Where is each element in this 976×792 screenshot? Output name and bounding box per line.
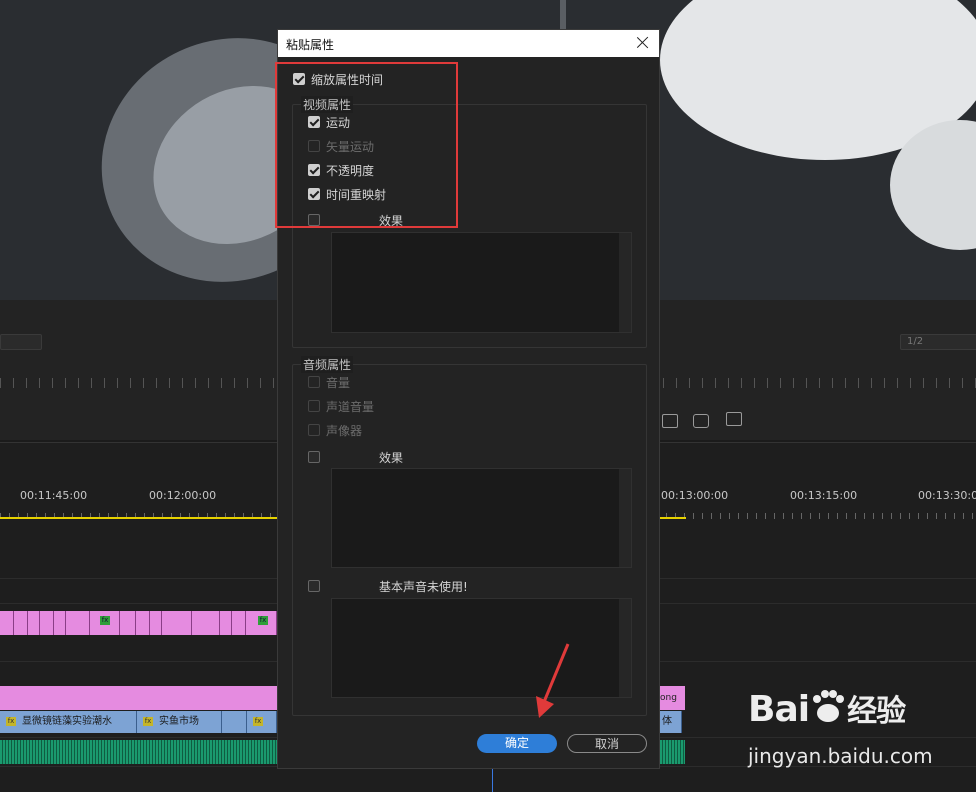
- title-clip-partial[interactable]: 体: [660, 711, 682, 733]
- timecode-label: 00:11:45:00: [20, 489, 88, 502]
- annotation-highlight-box: [275, 62, 458, 228]
- video-clip[interactable]: [0, 611, 14, 635]
- camera-icon[interactable]: [693, 414, 709, 428]
- paw-icon: [813, 690, 845, 722]
- video-clip[interactable]: [14, 611, 28, 635]
- title-clip[interactable]: fx: [247, 711, 277, 733]
- baidu-logo: Bai 经验: [748, 686, 906, 730]
- audio-waveform[interactable]: [660, 740, 685, 764]
- video-effects-list[interactable]: [331, 232, 632, 333]
- video-clip[interactable]: [232, 611, 246, 635]
- video-clip[interactable]: [136, 611, 150, 635]
- video-clip[interactable]: [66, 611, 90, 635]
- video-clip[interactable]: [150, 611, 162, 635]
- video-clip[interactable]: [28, 611, 40, 635]
- video-clip[interactable]: fx: [246, 611, 277, 635]
- checkbox-box[interactable]: [308, 424, 320, 436]
- video-clip-long[interactable]: [0, 686, 277, 710]
- timecode-label: 00:13:15:00: [790, 489, 858, 502]
- fx-badge-icon: fx: [143, 717, 153, 726]
- cancel-button[interactable]: 取消: [567, 734, 647, 753]
- audio-effects-list[interactable]: [331, 468, 632, 568]
- dialog-titlebar[interactable]: 粘贴属性: [278, 30, 659, 57]
- logo-tail-text: 经验: [847, 694, 906, 729]
- audio-attributes-title: 音频属性: [301, 356, 354, 373]
- title-clip[interactable]: fx 显微镜链藻实验潮水: [0, 711, 137, 733]
- scrollbar[interactable]: [619, 233, 631, 332]
- scrollbar[interactable]: [619, 599, 631, 697]
- fx-badge-icon: fx: [6, 717, 16, 726]
- video-clip[interactable]: [120, 611, 136, 635]
- timecode-label: 00:13:00:00: [661, 489, 729, 502]
- video-clip[interactable]: [192, 611, 220, 635]
- title-clip[interactable]: [222, 711, 247, 733]
- checkbox-label: 效果: [379, 451, 404, 465]
- clip-label: 显微镜链藻实验潮水: [22, 716, 112, 727]
- compare-icon[interactable]: [726, 412, 742, 426]
- close-icon[interactable]: [633, 33, 653, 53]
- timecode-label: 00:12:00:00: [149, 489, 217, 502]
- scrollbar[interactable]: [619, 469, 631, 567]
- video-clip[interactable]: [40, 611, 54, 635]
- video-clip[interactable]: [220, 611, 232, 635]
- watermark-url: jingyan.baidu.com: [748, 744, 933, 768]
- video-clip[interactable]: fx: [90, 611, 120, 635]
- checkbox-box[interactable]: [308, 400, 320, 412]
- timecode-label: 00:13:30:00: [918, 489, 976, 502]
- playhead-line[interactable]: [492, 767, 493, 792]
- video-clip[interactable]: [162, 611, 192, 635]
- baidu-watermark: Bai 经验 jingyan.baidu.com: [748, 686, 974, 786]
- audio-waveform[interactable]: [0, 740, 277, 764]
- logo-text: Bai: [748, 689, 810, 730]
- video-clip[interactable]: [54, 611, 66, 635]
- video-clip-partial[interactable]: ong: [660, 686, 685, 710]
- title-clip[interactable]: fx 实鱼市场: [137, 711, 222, 733]
- ok-button[interactable]: 确定: [477, 734, 557, 753]
- annotation-arrow-icon: [536, 643, 570, 718]
- clip-label: 实鱼市场: [159, 716, 199, 727]
- resolution-dropdown[interactable]: 1/2: [900, 334, 976, 350]
- work-area-bar[interactable]: [660, 517, 686, 519]
- work-area-bar[interactable]: [0, 517, 277, 519]
- essential-sound-list[interactable]: [331, 598, 632, 698]
- zoom-dropdown[interactable]: [0, 334, 42, 350]
- checkbox-label: 基本声音未使用!: [379, 580, 468, 594]
- checkbox-box[interactable]: [308, 376, 320, 388]
- insert-icon[interactable]: [662, 414, 678, 428]
- fx-badge-icon: fx: [258, 616, 268, 625]
- dialog-title: 粘贴属性: [286, 38, 335, 52]
- checkbox-box[interactable]: [308, 451, 320, 463]
- checkbox-label: 音量: [326, 376, 351, 390]
- checkbox-label: 声道音量: [326, 400, 375, 414]
- fx-badge-icon: fx: [253, 717, 263, 726]
- checkbox-box[interactable]: [308, 580, 320, 592]
- fx-badge-icon: fx: [100, 616, 110, 625]
- checkbox-label: 声像器: [326, 424, 363, 438]
